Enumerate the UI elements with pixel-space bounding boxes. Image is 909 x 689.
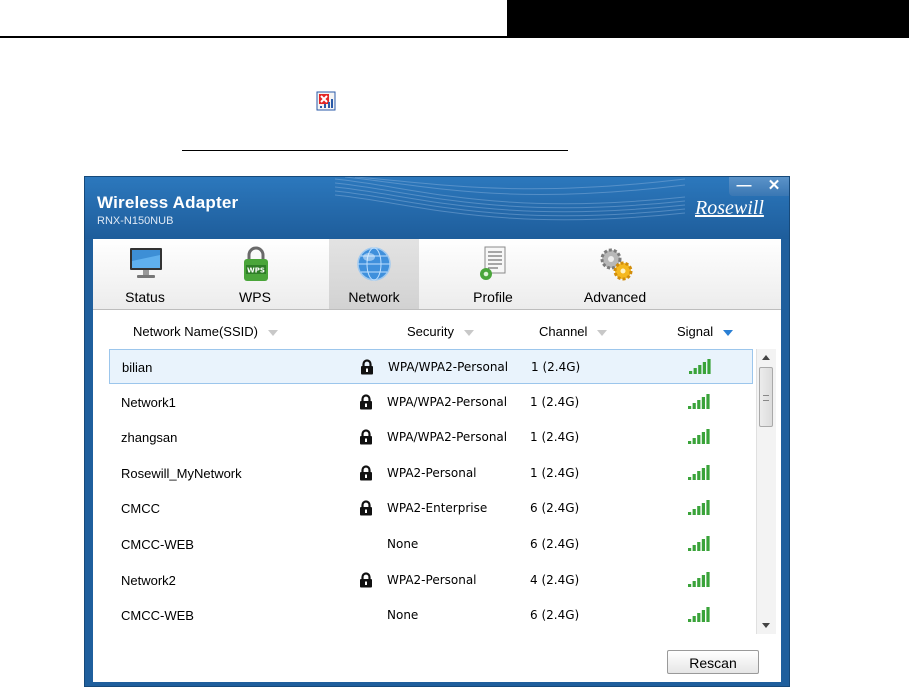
column-header-channel-label: Channel bbox=[539, 324, 588, 339]
network-ssid: CMCC-WEB bbox=[121, 608, 194, 624]
tab-status[interactable]: Status bbox=[103, 239, 187, 309]
network-row[interactable]: zhangsan WPA/WPA2-Personal 1 (2.4G) bbox=[109, 420, 753, 455]
signal-strength-icon bbox=[688, 571, 710, 587]
column-header-signal[interactable]: Signal bbox=[677, 324, 734, 339]
title-bar-wave-decoration bbox=[335, 177, 686, 221]
tab-status-label: Status bbox=[125, 289, 165, 305]
svg-text:WPS: WPS bbox=[247, 267, 265, 275]
network-security: WPA2-Personal bbox=[387, 572, 477, 587]
network-row[interactable]: Network1 WPA/WPA2-Personal 1 (2.4G) bbox=[109, 385, 753, 420]
wps-lock-icon: WPS bbox=[244, 246, 268, 281]
network-security: WPA2-Personal bbox=[387, 465, 477, 480]
signal-strength-icon bbox=[688, 536, 710, 551]
network-row[interactable]: Rosewill_MyNetwork WPA2-Personal 1 (2.4G) bbox=[109, 456, 753, 491]
globe-icon bbox=[357, 247, 391, 281]
document-gear-icon bbox=[480, 246, 506, 280]
network-row[interactable]: bilian WPA/WPA2-Personal 1 (2.4G) bbox=[109, 349, 753, 384]
signal-strength-icon bbox=[688, 607, 710, 623]
tab-network[interactable]: Network bbox=[329, 239, 419, 309]
app-model: RNX-N150NUB bbox=[97, 215, 174, 227]
gears-icon bbox=[600, 248, 633, 281]
rescan-button[interactable]: Rescan bbox=[667, 650, 759, 674]
tab-network-label: Network bbox=[348, 289, 400, 305]
network-list-panel: Network Name(SSID) Security Channel Sign… bbox=[93, 310, 781, 682]
scroll-thumb[interactable] bbox=[759, 367, 773, 427]
network-channel: 4 (2.4G) bbox=[530, 572, 580, 587]
network-security: None bbox=[387, 608, 419, 623]
network-security: WPA2-Enterprise bbox=[387, 501, 488, 516]
tab-profile-label: Profile bbox=[473, 289, 513, 305]
wireless-disconnected-tray-icon bbox=[316, 91, 336, 111]
network-ssid: CMCC bbox=[121, 501, 160, 517]
lock-icon bbox=[360, 429, 372, 445]
monitor-icon bbox=[130, 248, 162, 278]
tab-wps-label: WPS bbox=[239, 289, 271, 305]
brand-logo: Rosewill bbox=[695, 197, 764, 219]
lock-icon bbox=[360, 500, 372, 516]
tab-advanced-label: Advanced bbox=[583, 289, 647, 305]
vertical-scrollbar[interactable] bbox=[756, 349, 776, 634]
signal-strength-icon bbox=[688, 393, 710, 409]
sort-arrow-active-icon bbox=[723, 329, 734, 336]
signal-strength-icon bbox=[689, 359, 711, 374]
network-ssid: Network2 bbox=[121, 572, 176, 588]
network-channel: 1 (2.4G) bbox=[530, 394, 580, 409]
network-ssid: Rosewill_MyNetwork bbox=[121, 465, 242, 481]
document-header-band bbox=[507, 0, 909, 38]
app-title: Wireless Adapter bbox=[97, 193, 239, 212]
wireless-adapter-window: Wireless Adapter RNX-N150NUB Rosewill — … bbox=[84, 176, 790, 687]
network-channel: 1 (2.4G) bbox=[530, 430, 580, 445]
sort-arrow-icon bbox=[463, 329, 474, 336]
column-header-channel[interactable]: Channel bbox=[539, 324, 608, 339]
scroll-grip-icon bbox=[763, 395, 769, 401]
network-channel: 1 (2.4G) bbox=[531, 360, 581, 374]
network-security: None bbox=[387, 537, 419, 551]
tab-advanced[interactable]: Advanced bbox=[565, 239, 665, 309]
network-channel: 6 (2.4G) bbox=[530, 608, 580, 623]
network-list: bilian WPA/WPA2-Personal 1 (2.4G) Network1 W… bbox=[109, 349, 753, 634]
network-row[interactable]: CMCC-WEB None 6 (2.4G) bbox=[109, 527, 753, 562]
network-security: WPA/WPA2-Personal bbox=[388, 360, 509, 374]
tab-bar: Status WPS WPS Network Profile Advanced bbox=[93, 239, 781, 310]
column-header-security-label: Security bbox=[407, 324, 454, 339]
column-header-ssid[interactable]: Network Name(SSID) bbox=[133, 324, 278, 339]
lock-icon bbox=[361, 359, 373, 375]
tab-profile[interactable]: Profile bbox=[451, 239, 535, 309]
network-ssid: Network1 bbox=[121, 394, 176, 410]
signal-strength-icon bbox=[688, 500, 710, 516]
network-row[interactable]: CMCC-WEB None 6 (2.4G) bbox=[109, 598, 753, 633]
lock-icon bbox=[360, 465, 372, 481]
network-security: WPA/WPA2-Personal bbox=[387, 430, 508, 445]
network-channel: 1 (2.4G) bbox=[530, 465, 580, 480]
sort-arrow-icon bbox=[597, 329, 608, 336]
network-channel: 6 (2.4G) bbox=[530, 537, 580, 551]
lock-icon bbox=[360, 394, 372, 410]
column-header-signal-label: Signal bbox=[677, 324, 714, 339]
sort-arrow-icon bbox=[267, 329, 278, 336]
network-ssid: bilian bbox=[122, 360, 153, 375]
column-header-security[interactable]: Security bbox=[407, 324, 474, 339]
title-bar[interactable]: Wireless Adapter RNX-N150NUB Rosewill — … bbox=[85, 177, 789, 239]
scroll-up-arrow-icon[interactable] bbox=[762, 355, 770, 360]
network-channel: 6 (2.4G) bbox=[530, 501, 580, 516]
signal-strength-icon bbox=[688, 464, 710, 480]
column-header-ssid-label: Network Name(SSID) bbox=[133, 324, 258, 339]
lock-icon bbox=[360, 572, 372, 588]
scroll-down-arrow-icon[interactable] bbox=[762, 623, 770, 628]
close-button[interactable]: ✕ bbox=[759, 177, 789, 196]
network-row[interactable]: CMCC WPA2-Enterprise 6 (2.4G) bbox=[109, 491, 753, 526]
document-header-rule bbox=[0, 36, 507, 38]
document-underline bbox=[182, 150, 568, 151]
tab-wps[interactable]: WPS WPS bbox=[213, 239, 297, 309]
network-security: WPA/WPA2-Personal bbox=[387, 394, 508, 409]
signal-strength-icon bbox=[688, 429, 710, 445]
network-ssid: CMCC-WEB bbox=[121, 537, 194, 552]
network-ssid: zhangsan bbox=[121, 430, 178, 446]
minimize-button[interactable]: — bbox=[729, 177, 759, 196]
network-row[interactable]: Network2 WPA2-Personal 4 (2.4G) bbox=[109, 563, 753, 598]
